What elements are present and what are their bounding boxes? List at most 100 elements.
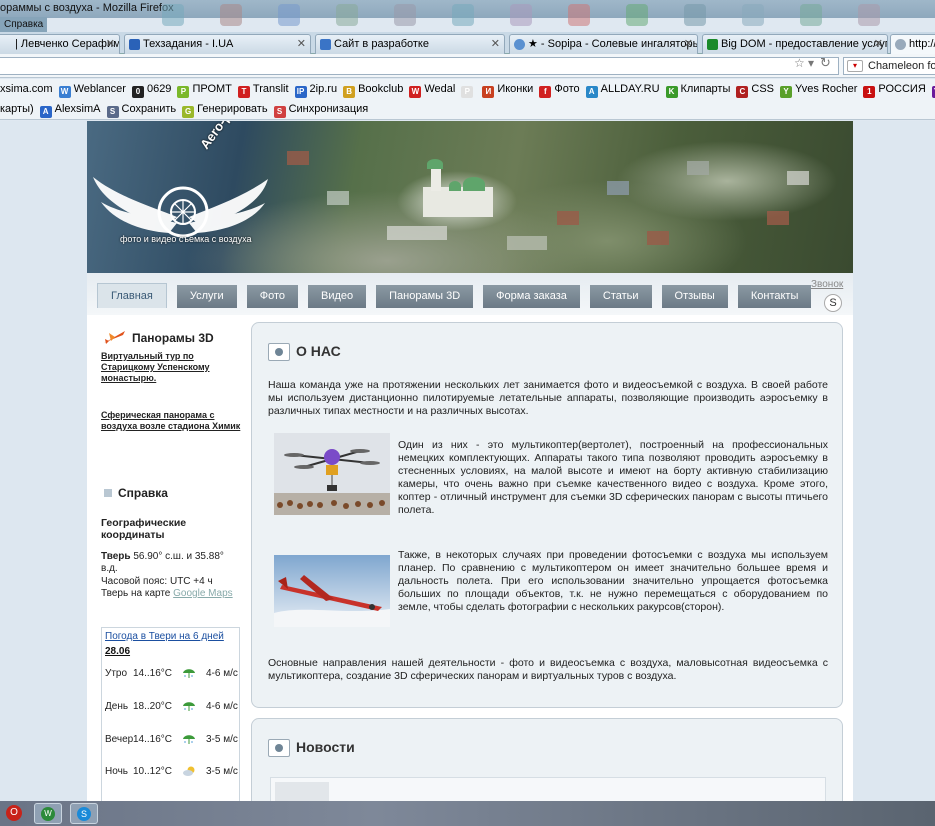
- weather-temp: 10..12°C: [133, 766, 173, 777]
- search-engine-box[interactable]: ▾ Chameleon for J: [843, 57, 935, 75]
- weather-wind: 4-6 м/с: [206, 701, 238, 712]
- bookmark-label: AlexsimA: [54, 103, 101, 115]
- close-icon[interactable]: ✕: [491, 35, 500, 53]
- map-prefix: Тверь на карте: [101, 588, 171, 599]
- help-square-icon: [104, 489, 112, 497]
- url-bar[interactable]: [0, 57, 839, 75]
- bookmark-item-14[interactable]: Y Yves Rocher: [780, 79, 857, 99]
- weather-row: Вечер 14..16°C 3-5 м/с: [105, 734, 239, 748]
- bookmark-favicon-icon: B: [343, 86, 356, 98]
- tab-sopipa[interactable]: ★ - Sopipa - Солевые ингаляторы ✕: [509, 34, 698, 54]
- reload-icon[interactable]: ↻: [820, 55, 831, 71]
- about-intro: Наша команда уже на протяжении нескольки…: [268, 379, 828, 417]
- tab-label: Big DOM - предоставление услуг бр...: [721, 38, 888, 50]
- bookmark-favicon-icon: P: [177, 86, 190, 98]
- about-title: О НАС: [296, 343, 341, 359]
- bookmark-item-10[interactable]: f Фото: [539, 79, 580, 99]
- news-panel: Новости: [251, 718, 843, 801]
- close-icon[interactable]: ✕: [297, 35, 306, 53]
- google-maps-link[interactable]: Google Maps: [173, 588, 232, 599]
- bookmark-item-15[interactable]: 1 РОССИЯ: [863, 79, 926, 99]
- weather-title-link[interactable]: Погода в Твери на 6 дней: [105, 631, 224, 642]
- bookmark-favicon-icon: C: [736, 86, 749, 98]
- bookmark-item-2[interactable]: 0 0629: [131, 79, 171, 99]
- menu-item-7[interactable]: Отзывы: [661, 285, 728, 308]
- skype-icon: S: [77, 807, 91, 821]
- bookmark-star-icon[interactable]: ☆: [794, 56, 805, 70]
- globe-favicon-icon: [895, 39, 906, 50]
- bookmark-item-secondary-4[interactable]: S Синхронизация: [273, 99, 368, 119]
- menu-item-0[interactable]: Главная: [97, 283, 167, 308]
- menu-item-1[interactable]: Услуги: [176, 285, 237, 308]
- bookmark-item-13[interactable]: C CSS: [736, 79, 774, 99]
- bookmark-item-secondary-2[interactable]: S Сохранить: [106, 99, 176, 119]
- skype-icon[interactable]: S: [824, 294, 842, 312]
- bookmark-item-secondary-1[interactable]: A AlexsimA: [39, 99, 101, 119]
- bookmark-item-0[interactable]: xsima.com: [0, 79, 53, 99]
- bookmark-item-secondary-3[interactable]: G Генерировать: [182, 99, 268, 119]
- about-panel: О НАС Наша команда уже на протяжении нес…: [251, 322, 843, 708]
- taskbar-app-button[interactable]: W: [34, 803, 62, 824]
- tab-label: Техзадания - I.UA: [143, 38, 234, 50]
- menu-item-4[interactable]: Панорамы 3D: [376, 285, 474, 308]
- tab-label: http://: [909, 38, 935, 50]
- bookmark-item-8[interactable]: P: [461, 79, 476, 99]
- menu-item-5[interactable]: Форма заказа: [483, 285, 580, 308]
- bookmark-favicon-icon: S: [106, 106, 119, 118]
- multicopter-paragraph: Один из них - это мультикоптер(вертолет)…: [398, 439, 828, 516]
- news-title: Новости: [296, 739, 355, 755]
- menu-item-2[interactable]: Фото: [246, 285, 298, 308]
- bookmark-item-11[interactable]: A ALLDAY.RU: [585, 79, 660, 99]
- bookmark-label: Иконки: [497, 83, 534, 95]
- weather-widget: Погода в Твери на 6 дней 28.06 Утро 14..1…: [101, 627, 240, 801]
- close-icon[interactable]: ✕: [106, 35, 115, 53]
- tab-tekhzadaniya[interactable]: Техзадания - I.UA ✕: [124, 34, 311, 54]
- bookmark-item-secondary-0[interactable]: карты): [0, 99, 34, 119]
- tab-site-in-development[interactable]: Сайт в разработке ✕: [315, 34, 505, 54]
- weather-row: Ночь 10..12°C 3-5 м/с: [105, 766, 239, 780]
- menu-item-8[interactable]: Контакты: [737, 285, 812, 308]
- bookmark-item-3[interactable]: P ПРОМТ: [177, 79, 232, 99]
- rain-icon: [183, 735, 195, 744]
- weather-period: Утро: [105, 668, 128, 679]
- close-icon[interactable]: ✕: [684, 35, 693, 53]
- bookmark-item-12[interactable]: K Клипарты: [665, 79, 730, 99]
- bookmark-item-6[interactable]: B Bookclub: [343, 79, 403, 99]
- search-engine-label: Chameleon for J: [868, 60, 935, 72]
- close-icon[interactable]: ✕: [874, 35, 883, 53]
- bookmark-label: Генерировать: [197, 103, 268, 115]
- opera-icon[interactable]: O: [6, 805, 22, 821]
- news-item[interactable]: [270, 777, 826, 801]
- bookmark-favicon-icon: 1: [863, 86, 876, 98]
- taskbar-app-button[interactable]: S: [70, 803, 98, 824]
- main-menu-strip: Главная Услуги Фото Видео Панорамы 3D Форма з…: [87, 273, 853, 315]
- tab-levchenko[interactable]: | Левченко Серафима (... ✕: [0, 34, 120, 54]
- menu-help[interactable]: Справка: [0, 17, 48, 32]
- bookmark-favicon-icon: IP: [294, 86, 307, 98]
- panorama-link-staritsa[interactable]: Виртуальный тур по Старицкому Успенскому…: [101, 351, 241, 384]
- bookmark-item-4[interactable]: T Translit: [237, 79, 289, 99]
- bookmark-label: РОССИЯ: [878, 83, 926, 95]
- weather-period: Ночь: [105, 766, 128, 777]
- dropdown-arrow-icon[interactable]: ▾: [808, 56, 814, 70]
- sidebar: Панорамы 3D Виртуальный тур по Старицком…: [87, 315, 247, 801]
- tab-bigdom[interactable]: Big DOM - предоставление услуг бр... ✕: [702, 34, 888, 54]
- bookmark-label: ПРОМТ: [192, 83, 232, 95]
- menu-item-6[interactable]: Статьи: [589, 285, 652, 308]
- bookmark-item-9[interactable]: И Иконки: [482, 79, 533, 99]
- tab-current[interactable]: http://: [890, 34, 935, 54]
- bookmark-item-7[interactable]: W Wedal: [409, 79, 455, 99]
- menu-item-3[interactable]: Видео: [307, 285, 367, 308]
- weather-date[interactable]: 28.06: [105, 646, 130, 657]
- search-engine-icon[interactable]: ▾: [847, 60, 863, 72]
- callback-link[interactable]: Звонок: [811, 279, 843, 290]
- panorama-link-khimik[interactable]: Сферическая панорама с воздуха возле ста…: [101, 410, 241, 432]
- page-favicon-icon: [320, 39, 331, 50]
- bookmark-item-5[interactable]: IP 2ip.ru: [294, 79, 337, 99]
- desktop-icons-strip: [150, 2, 935, 32]
- bookmark-label: Фото: [554, 83, 580, 95]
- tab-label: Сайт в разработке: [334, 38, 429, 50]
- weather-period: День: [105, 701, 129, 712]
- bookmark-item-1[interactable]: W Weblancer: [58, 79, 126, 99]
- tab-label: ★ - Sopipa - Солевые ингаляторы: [528, 38, 698, 50]
